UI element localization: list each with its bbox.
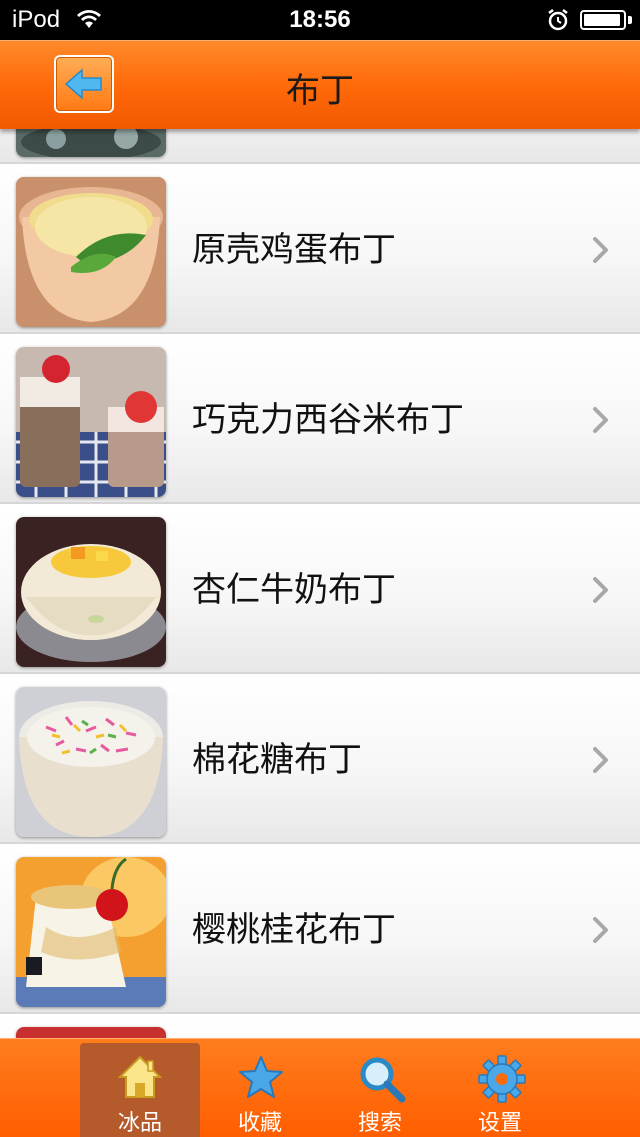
list-item-thumbnail — [16, 1027, 166, 1038]
tab-favorites[interactable]: 收藏 — [200, 1043, 320, 1137]
list-item[interactable]: 原壳鸡蛋布丁 — [0, 166, 640, 334]
list-item[interactable] — [0, 128, 640, 164]
list-item-label: 原壳鸡蛋布丁 — [192, 230, 396, 270]
chevron-right-icon — [593, 747, 608, 773]
tab-bar: 冰品 收藏 搜索 设置 — [0, 1038, 640, 1137]
tab-label: 搜索 — [357, 1111, 402, 1136]
page-title: 布丁 — [286, 71, 354, 111]
list-item-label: 棉花糖布丁 — [192, 740, 362, 780]
list-item-thumbnail — [16, 128, 166, 157]
battery-level — [584, 14, 620, 26]
list-item-thumbnail — [16, 517, 166, 667]
list-item-thumbnail — [16, 347, 166, 497]
gear-icon — [478, 1055, 526, 1103]
tab-label: 冰品 — [117, 1111, 162, 1136]
chevron-right-icon — [593, 237, 608, 263]
tab-ice-products[interactable]: 冰品 — [80, 1043, 200, 1137]
status-bar: iPod 18:56 — [0, 0, 640, 40]
list-item-label: 樱桃桂花布丁 — [192, 910, 396, 950]
recipe-list: 原壳鸡蛋布丁 巧克力西谷米布丁 杏仁牛奶布丁 棉花糖布丁 樱桃桂花布丁 — [0, 128, 640, 1038]
status-time: 18:56 — [289, 6, 351, 33]
tab-label: 设置 — [477, 1111, 522, 1136]
battery-tip — [628, 16, 632, 24]
list-item[interactable] — [0, 1016, 640, 1038]
list-item[interactable]: 樱桃桂花布丁 — [0, 846, 640, 1014]
battery-icon — [580, 10, 626, 30]
list-item-thumbnail — [16, 857, 166, 1007]
list-item[interactable]: 巧克力西谷米布丁 — [0, 336, 640, 504]
chevron-right-icon — [593, 577, 608, 603]
tab-settings[interactable]: 设置 — [440, 1043, 560, 1137]
tab-label: 收藏 — [237, 1111, 282, 1136]
alarm-icon — [546, 8, 570, 37]
star-icon — [239, 1056, 283, 1098]
nav-bar: 布丁 — [0, 40, 640, 129]
tab-search[interactable]: 搜索 — [320, 1043, 440, 1137]
chevron-right-icon — [593, 407, 608, 433]
list-item[interactable]: 杏仁牛奶布丁 — [0, 506, 640, 674]
list-item-label: 杏仁牛奶布丁 — [192, 570, 396, 610]
list-item[interactable]: 棉花糖布丁 — [0, 676, 640, 844]
list-item-thumbnail — [16, 177, 166, 327]
chevron-right-icon — [593, 917, 608, 943]
list-item-label: 巧克力西谷米布丁 — [192, 400, 464, 440]
list-item-thumbnail — [16, 687, 166, 837]
home-icon — [118, 1055, 162, 1098]
search-icon — [360, 1057, 406, 1103]
